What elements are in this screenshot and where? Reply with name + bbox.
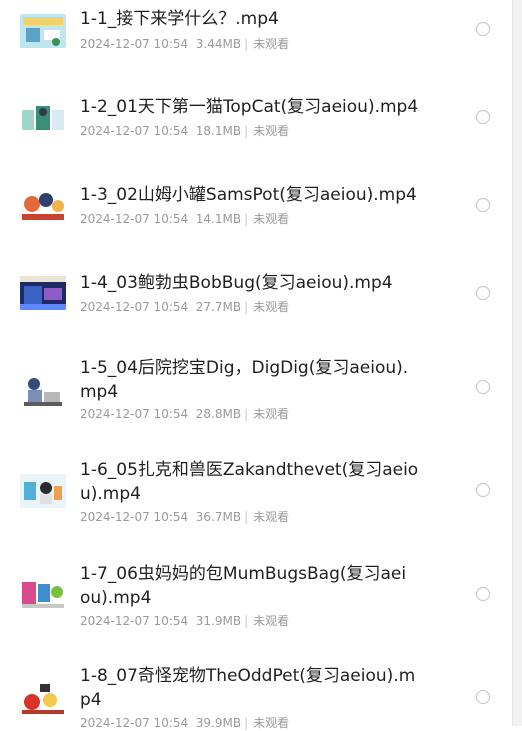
file-meta: 2024-12-07 10:54 18.1MB | 未观看 <box>80 123 289 139</box>
video-thumbnail-icon <box>20 576 66 610</box>
video-thumbnail-icon <box>20 100 66 134</box>
select-radio[interactable] <box>476 22 490 36</box>
file-size: 31.9MB <box>195 614 242 628</box>
watch-status: 未观看 <box>253 37 290 51</box>
file-date: 2024-12-07 10:54 <box>80 614 189 628</box>
meta-divider: | <box>244 212 249 226</box>
file-title: 1-4_03鲍勃虫BobBug(复习aeiou).mp4 <box>80 273 393 293</box>
file-meta: 2024-12-07 10:54 39.9MB | 未观看 <box>80 715 289 731</box>
file-date: 2024-12-07 10:54 <box>80 300 189 314</box>
video-thumbnail-icon <box>20 474 66 508</box>
file-meta: 2024-12-07 10:54 14.1MB | 未观看 <box>80 211 289 227</box>
file-size: 3.44MB <box>195 37 242 51</box>
file-title: 1-6_05扎克和兽医Zakandthevet(复习aeio u).mp4 <box>80 460 419 504</box>
file-date: 2024-12-07 10:54 <box>80 124 189 138</box>
file-size: 18.1MB <box>195 124 242 138</box>
file-size: 36.7MB <box>195 510 242 524</box>
video-thumbnail-icon <box>20 680 66 714</box>
select-radio[interactable] <box>476 483 490 497</box>
list-item[interactable]: 1-4_03鲍勃虫BobBug(复习aeiou).mp4 2024-12-07 … <box>0 266 512 336</box>
list-item[interactable]: 1-8_07奇怪宠物TheOddPet(复习aeiou).m p4 2024-1… <box>0 664 512 730</box>
scrollbar[interactable] <box>512 0 522 726</box>
file-size: 27.7MB <box>195 300 242 314</box>
watch-status: 未观看 <box>253 300 290 314</box>
meta-divider: | <box>244 300 249 314</box>
watch-status: 未观看 <box>253 510 290 524</box>
video-thumbnail-icon <box>20 374 66 408</box>
meta-divider: | <box>244 124 249 138</box>
file-title: 1-5_04后院挖宝Dig，DigDig(复习aeiou). mp4 <box>80 358 409 402</box>
watch-status: 未观看 <box>253 614 290 628</box>
video-thumbnail-icon <box>20 14 66 48</box>
list-item[interactable]: 1-1_接下来学什么？.mp4 2024-12-07 10:54 3.44MB |… <box>0 0 512 70</box>
list-item[interactable]: 1-6_05扎克和兽医Zakandthevet(复习aeio u).mp4 20… <box>0 458 512 538</box>
list-item[interactable]: 1-7_06虫妈妈的包MumBugsBag(复习aei ou).mp4 2024… <box>0 562 512 642</box>
select-radio[interactable] <box>476 380 490 394</box>
meta-divider: | <box>244 407 249 421</box>
watch-status: 未观看 <box>253 124 290 138</box>
select-radio[interactable] <box>476 286 490 300</box>
meta-divider: | <box>244 37 249 51</box>
file-date: 2024-12-07 10:54 <box>80 407 189 421</box>
file-date: 2024-12-07 10:54 <box>80 212 189 226</box>
file-date: 2024-12-07 10:54 <box>80 510 189 524</box>
file-meta: 2024-12-07 10:54 3.44MB | 未观看 <box>80 36 289 52</box>
video-thumbnail-icon <box>20 276 66 310</box>
watch-status: 未观看 <box>253 212 290 226</box>
file-title: 1-8_07奇怪宠物TheOddPet(复习aeiou).m p4 <box>80 666 416 710</box>
select-radio[interactable] <box>476 198 490 212</box>
watch-status: 未观看 <box>253 716 290 730</box>
select-radio[interactable] <box>476 690 490 704</box>
meta-divider: | <box>244 510 249 524</box>
file-meta: 2024-12-07 10:54 28.8MB | 未观看 <box>80 406 289 422</box>
meta-divider: | <box>244 716 249 730</box>
file-size: 28.8MB <box>195 407 242 421</box>
list-item[interactable]: 1-5_04后院挖宝Dig，DigDig(复习aeiou). mp4 2024-… <box>0 354 512 434</box>
select-radio[interactable] <box>476 110 490 124</box>
file-meta: 2024-12-07 10:54 36.7MB | 未观看 <box>80 509 289 525</box>
video-thumbnail-icon <box>20 188 66 222</box>
file-title: 1-7_06虫妈妈的包MumBugsBag(复习aei ou).mp4 <box>80 564 407 608</box>
file-title: 1-3_02山姆小罐SamsPot(复习aeiou).mp4 <box>80 185 417 205</box>
file-size: 14.1MB <box>195 212 242 226</box>
file-size: 39.9MB <box>195 716 242 730</box>
select-radio[interactable] <box>476 587 490 601</box>
file-title: 1-1_接下来学什么？.mp4 <box>80 9 279 29</box>
file-date: 2024-12-07 10:54 <box>80 37 189 51</box>
meta-divider: | <box>244 614 249 628</box>
file-date: 2024-12-07 10:54 <box>80 716 189 730</box>
file-title: 1-2_01天下第一猫TopCat(复习aeiou).mp4 <box>80 97 419 117</box>
watch-status: 未观看 <box>253 407 290 421</box>
file-meta: 2024-12-07 10:54 27.7MB | 未观看 <box>80 299 289 315</box>
list-item[interactable]: 1-2_01天下第一猫TopCat(复习aeiou).mp4 2024-12-0… <box>0 90 512 160</box>
list-item[interactable]: 1-3_02山姆小罐SamsPot(复习aeiou).mp4 2024-12-0… <box>0 178 512 248</box>
file-meta: 2024-12-07 10:54 31.9MB | 未观看 <box>80 613 289 629</box>
